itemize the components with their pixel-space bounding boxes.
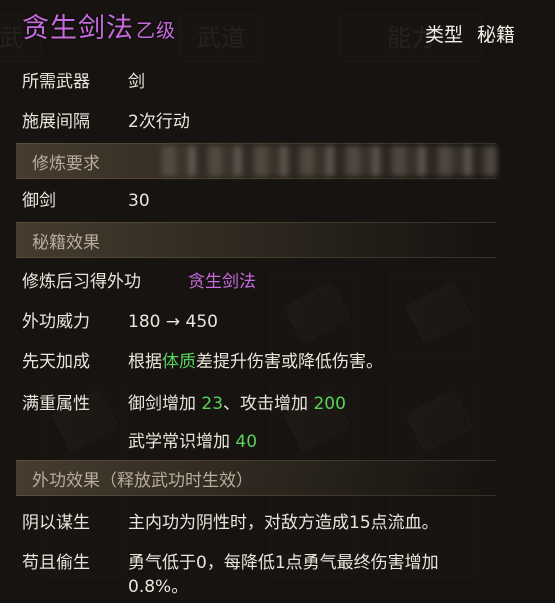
innate-pre: 根据 <box>128 352 162 372</box>
max-value-2: 武学常识增加 40 <box>128 430 257 454</box>
sword-value: 30 <box>128 191 150 211</box>
max-number: 200 <box>313 394 346 414</box>
yin-value: 主内功为阴性时，对敌方造成15点流血。 <box>128 513 439 533</box>
blurred-region <box>162 146 497 176</box>
gou-label: 苟且偷生 <box>22 553 90 573</box>
power-label: 外功威力 <box>22 312 90 332</box>
gou-value-1: 勇气低于0，每降低1点勇气最终伤害增加 <box>128 553 439 573</box>
weapon-value: 剑 <box>128 72 145 92</box>
interval-value: 2次行动 <box>128 112 190 132</box>
max-text: 武学常识增加 <box>128 432 236 452</box>
sword-label: 御剑 <box>22 191 56 211</box>
section-title: 秘籍效果 <box>32 233 100 253</box>
item-tooltip: 贪生剑法 乙级 类型 秘籍 所需武器 剑 施展间隔 2次行动 修炼要求 御剑 30 … <box>0 0 555 603</box>
max-text: 、攻击增加 <box>223 394 314 414</box>
innate-highlight: 体质 <box>162 352 196 372</box>
max-text: 御剑增加 <box>128 394 202 414</box>
section-title: 外功效果（释放武功时生效） <box>32 471 253 491</box>
learn-label: 修炼后习得外功 <box>22 272 141 292</box>
yin-label: 阴以谋生 <box>22 513 90 533</box>
learn-value: 贪生剑法 <box>188 272 256 292</box>
power-value: 180 → 450 <box>128 312 218 332</box>
weapon-label: 所需武器 <box>22 72 90 92</box>
section-external-effects: 外功效果（释放武功时生效） <box>16 460 496 496</box>
max-number: 40 <box>235 432 258 452</box>
max-number: 23 <box>201 394 224 414</box>
gou-value-2: 0.8%。 <box>128 577 189 597</box>
type-value: 秘籍 <box>476 24 515 46</box>
item-type: 类型 秘籍 <box>425 20 515 47</box>
section-effects: 秘籍效果 <box>16 222 496 258</box>
max-value-1: 御剑增加 23、攻击增加 200 <box>128 392 346 416</box>
max-label: 满重属性 <box>22 394 90 414</box>
interval-label: 施展间隔 <box>22 112 90 132</box>
item-title: 贪生剑法 乙级 <box>22 12 176 48</box>
item-name: 贪生剑法 <box>22 13 134 44</box>
innate-post: 差提升伤害或降低伤害。 <box>196 352 383 372</box>
type-label: 类型 <box>424 24 463 46</box>
innate-value: 根据体质差提升伤害或降低伤害。 <box>128 350 383 374</box>
item-grade: 乙级 <box>136 20 177 42</box>
innate-label: 先天加成 <box>22 352 90 372</box>
section-title: 修炼要求 <box>32 154 100 174</box>
